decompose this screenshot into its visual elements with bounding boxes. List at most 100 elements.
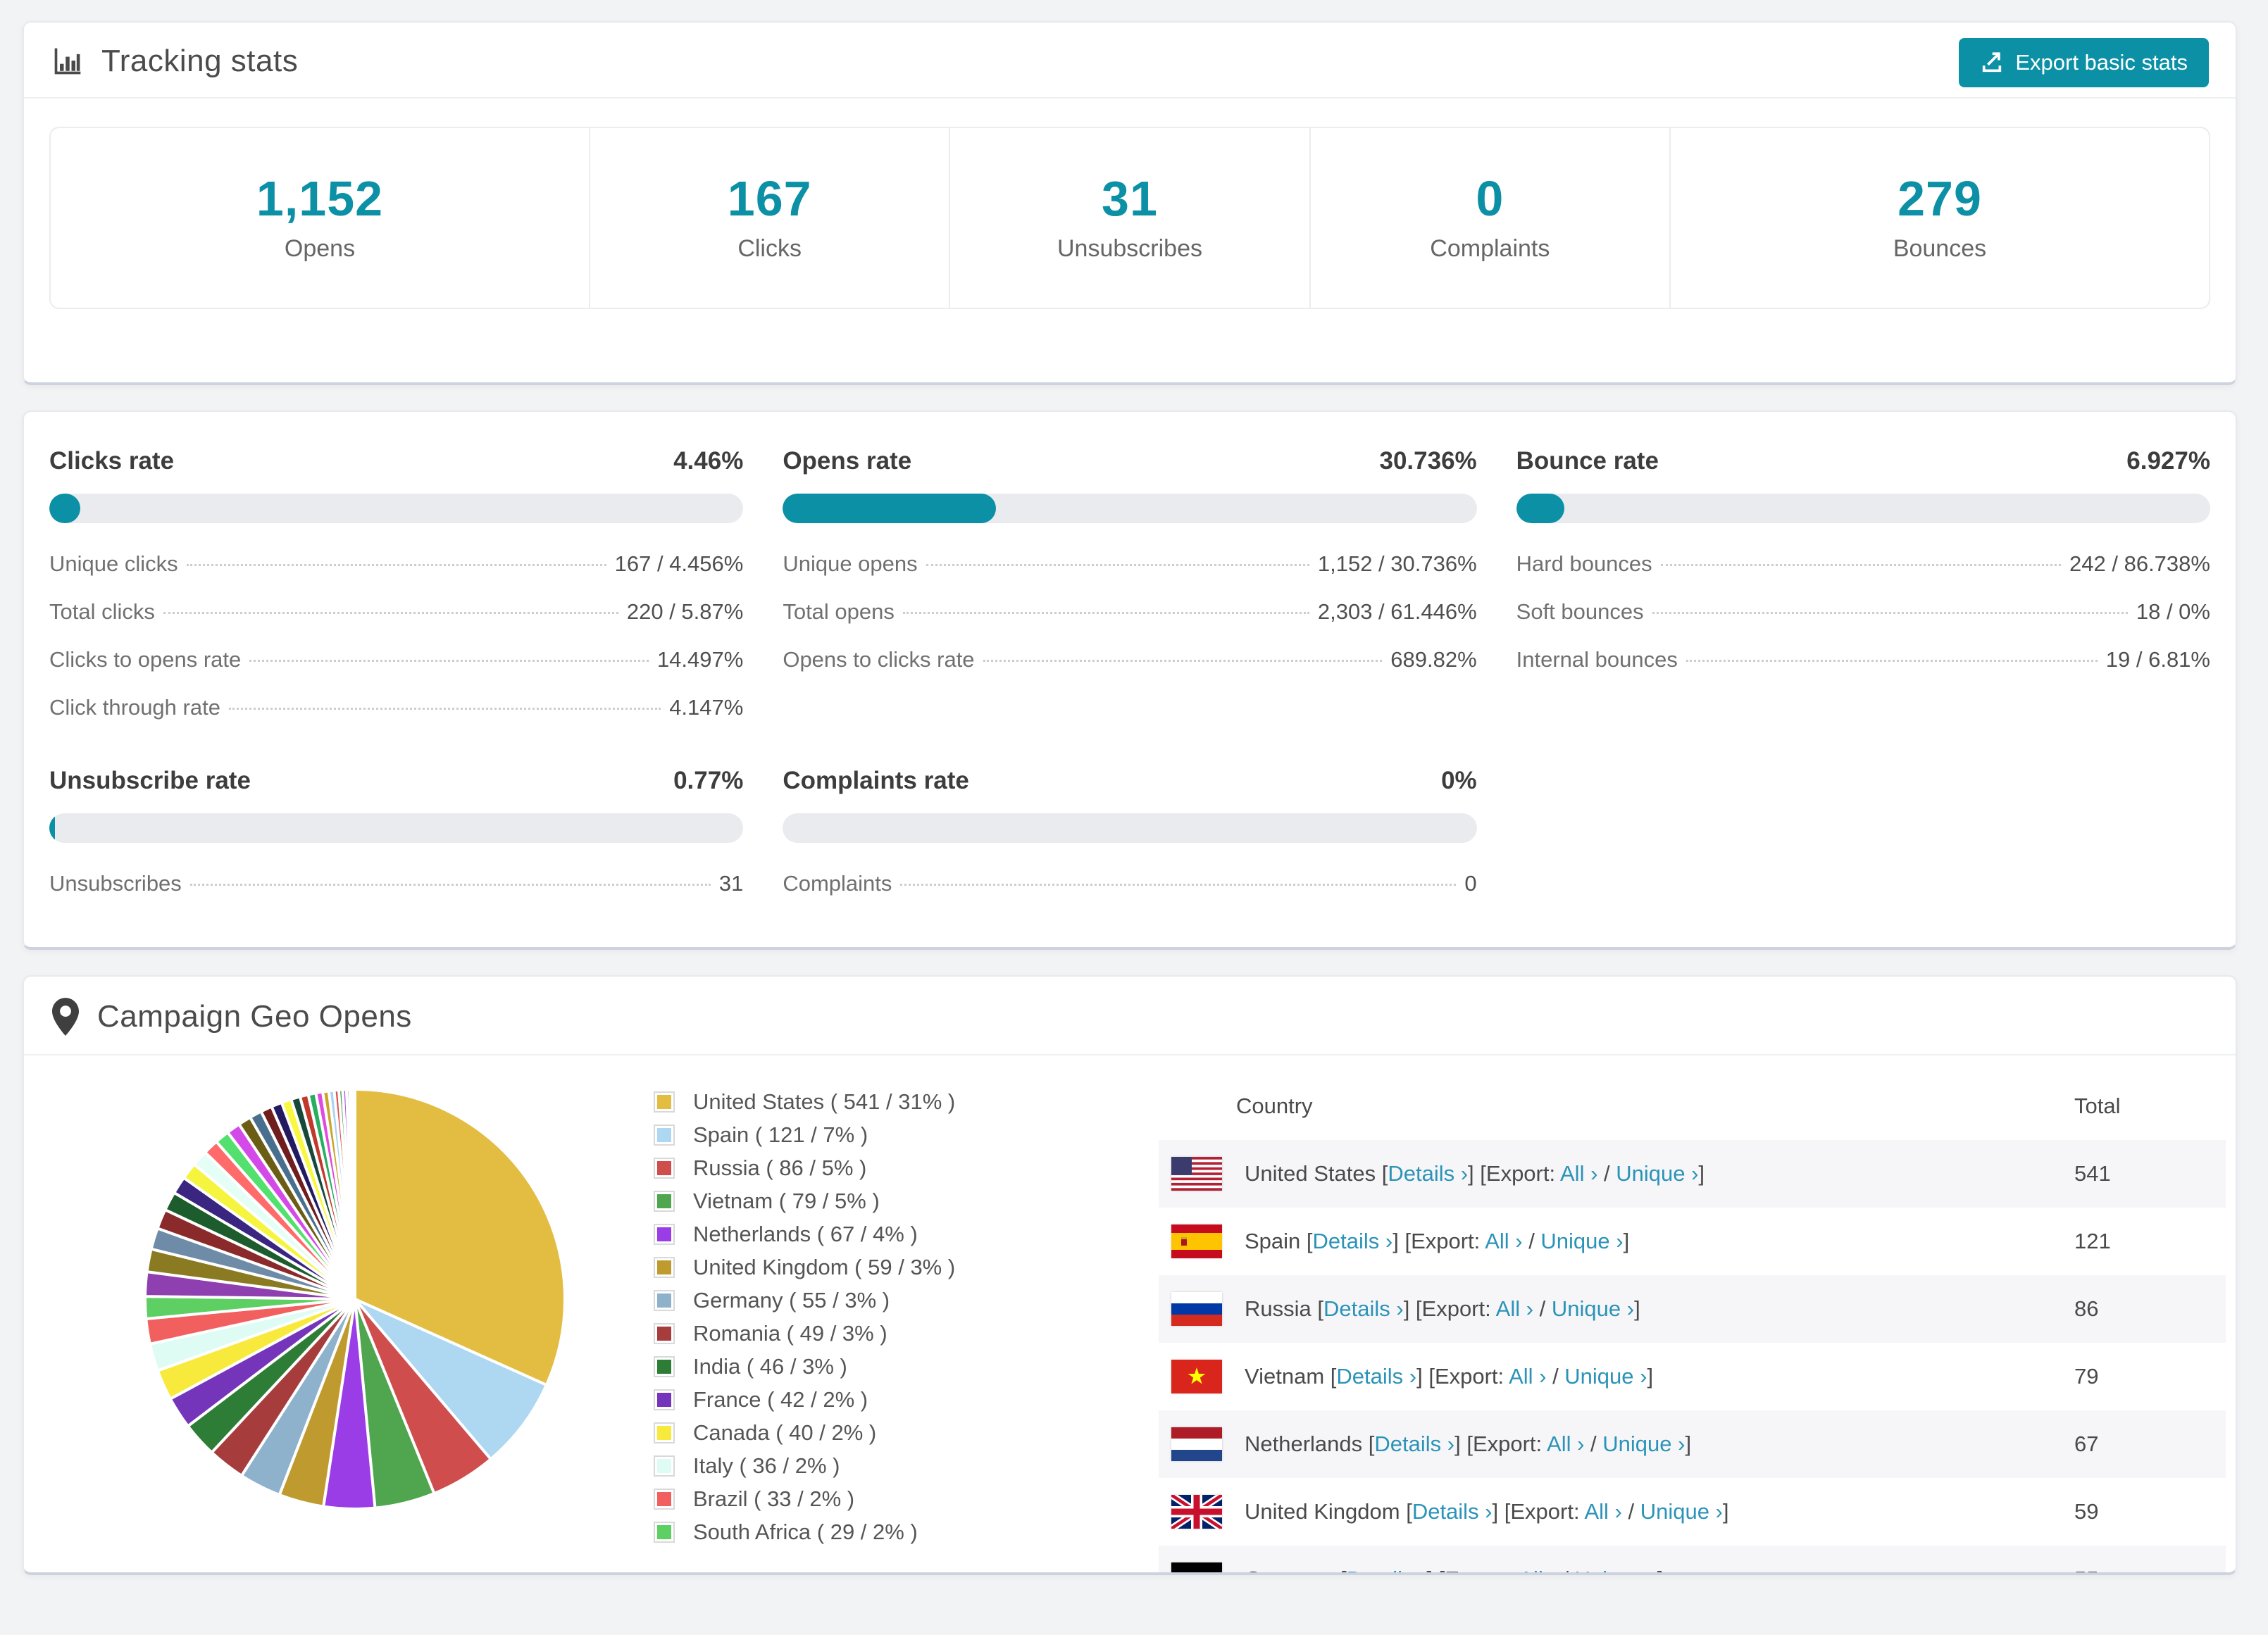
legend-label: India ( 46 / 3% ) bbox=[693, 1354, 847, 1379]
stat-value-bounces: 279 bbox=[1898, 171, 1982, 226]
dotted-leader bbox=[1660, 564, 2062, 566]
metric-label: Hard bounces bbox=[1516, 551, 1652, 576]
country-total: 67 bbox=[2074, 1432, 2099, 1456]
export-all-link[interactable]: All › bbox=[1496, 1296, 1533, 1321]
export-unique-link[interactable]: Unique › bbox=[1552, 1296, 1634, 1321]
metric-label: Total clicks bbox=[49, 599, 155, 624]
dotted-leader bbox=[249, 660, 649, 662]
link-separator: [ bbox=[1400, 1499, 1412, 1524]
details-link[interactable]: Details › bbox=[1347, 1567, 1427, 1572]
legend-label: Canada ( 40 / 2% ) bbox=[693, 1420, 877, 1445]
geo-table-header-row: Country Total bbox=[1159, 1075, 2226, 1140]
metric-row: Click through rate 4.147% bbox=[49, 695, 743, 720]
metric-value: 4.147% bbox=[669, 695, 744, 720]
rate-value: 30.736% bbox=[1379, 447, 1477, 475]
link-separator: ] bbox=[1647, 1364, 1654, 1389]
geo-table-row-united-kingdom: United Kingdom [Details ›] [Export: All … bbox=[1159, 1478, 2226, 1546]
legend-item-romania: Romania ( 49 / 3% ) bbox=[654, 1321, 955, 1346]
export-unique-link[interactable]: Unique › bbox=[1616, 1161, 1698, 1186]
country-total: 121 bbox=[2074, 1229, 2111, 1253]
link-separator: [ bbox=[1311, 1296, 1323, 1321]
flag-vn-icon bbox=[1171, 1360, 1222, 1393]
map-pin-icon bbox=[52, 998, 79, 1036]
country-name: Russia bbox=[1245, 1296, 1311, 1321]
metric-label: Total opens bbox=[783, 599, 895, 624]
link-separator: / bbox=[1533, 1296, 1552, 1321]
details-link[interactable]: Details › bbox=[1323, 1296, 1404, 1321]
legend-label: Netherlands ( 67 / 4% ) bbox=[693, 1222, 918, 1246]
metric-row: Unique clicks 167 / 4.456% bbox=[49, 551, 743, 577]
stat-value-unsubscribes: 31 bbox=[1102, 171, 1158, 226]
metric-row: Total clicks 220 / 5.87% bbox=[49, 599, 743, 625]
export-all-link[interactable]: All › bbox=[1547, 1432, 1584, 1456]
link-separator: ] [ bbox=[1403, 1296, 1422, 1321]
legend-label: United Kingdom ( 59 / 3% ) bbox=[693, 1255, 956, 1279]
stat-value-clicks: 167 bbox=[727, 171, 812, 226]
link-separator: [ bbox=[1362, 1432, 1375, 1456]
metric-value: 19 / 6.81% bbox=[2105, 647, 2210, 672]
page-title: Tracking stats bbox=[101, 44, 299, 78]
export-all-link[interactable]: All › bbox=[1519, 1567, 1556, 1572]
rate-block-bounce-rate: Bounce rate 6.927% Hard bounces 242 / 86.73… bbox=[1516, 447, 2210, 720]
export-unique-link[interactable]: Unique › bbox=[1575, 1567, 1657, 1572]
link-separator: Export: bbox=[1510, 1499, 1585, 1524]
metric-value: 31 bbox=[718, 871, 744, 896]
metric-value: 14.497% bbox=[656, 647, 744, 672]
legend-label: Vietnam ( 79 / 5% ) bbox=[693, 1189, 880, 1213]
progress-fill bbox=[1516, 494, 1564, 523]
export-unique-link[interactable]: Unique › bbox=[1540, 1229, 1623, 1253]
flag-de-icon bbox=[1171, 1562, 1222, 1572]
rate-value: 6.927% bbox=[2126, 447, 2210, 475]
metric-value: 2,303 / 61.446% bbox=[1317, 599, 1477, 624]
link-separator: / bbox=[1522, 1229, 1541, 1253]
progress-track bbox=[1516, 494, 2210, 523]
link-separator: / bbox=[1597, 1161, 1616, 1186]
details-link[interactable]: Details › bbox=[1313, 1229, 1393, 1253]
progress-track bbox=[783, 494, 1477, 523]
link-separator: ] [ bbox=[1392, 1229, 1412, 1253]
export-unique-link[interactable]: Unique › bbox=[1564, 1364, 1647, 1389]
metric-value: 1,152 / 30.736% bbox=[1317, 551, 1477, 576]
details-link[interactable]: Details › bbox=[1412, 1499, 1493, 1524]
metric-row: Opens to clicks rate 689.82% bbox=[783, 647, 1476, 672]
metric-value: 242 / 86.738% bbox=[2069, 551, 2210, 576]
link-separator: ] [ bbox=[1454, 1432, 1473, 1456]
link-separator: [ bbox=[1300, 1229, 1313, 1253]
legend-swatch-icon bbox=[654, 1125, 675, 1146]
metric-label: Soft bounces bbox=[1516, 599, 1644, 624]
export-unique-link[interactable]: Unique › bbox=[1602, 1432, 1685, 1456]
geo-body: United States ( 541 / 31% ) Spain ( 121 /… bbox=[24, 1055, 2236, 1572]
metric-label: Click through rate bbox=[49, 695, 220, 720]
export-all-link[interactable]: All › bbox=[1485, 1229, 1522, 1253]
geo-header: Campaign Geo Opens bbox=[24, 977, 2236, 1055]
export-all-link[interactable]: All › bbox=[1584, 1499, 1621, 1524]
geo-pie-chart bbox=[144, 1087, 566, 1510]
details-link[interactable]: Details › bbox=[1336, 1364, 1416, 1389]
export-all-link[interactable]: All › bbox=[1560, 1161, 1597, 1186]
dotted-leader bbox=[900, 884, 1457, 886]
details-link[interactable]: Details › bbox=[1374, 1432, 1454, 1456]
metric-value: 167 / 4.456% bbox=[614, 551, 744, 576]
link-separator: / bbox=[1621, 1499, 1640, 1524]
country-total: 79 bbox=[2074, 1364, 2099, 1389]
country-total: 541 bbox=[2074, 1161, 2111, 1186]
rate-title: Bounce rate bbox=[1516, 447, 1659, 475]
legend-label: Russia ( 86 / 5% ) bbox=[693, 1155, 867, 1180]
link-separator: Export: bbox=[1485, 1161, 1560, 1186]
legend-item-france: France ( 42 / 2% ) bbox=[654, 1387, 955, 1412]
legend-item-germany: Germany ( 55 / 3% ) bbox=[654, 1288, 955, 1313]
export-unique-link[interactable]: Unique › bbox=[1640, 1499, 1723, 1524]
legend-item-brazil: Brazil ( 33 / 2% ) bbox=[654, 1486, 955, 1512]
dotted-leader bbox=[1686, 660, 2098, 662]
pie-slice-other-30[interactable] bbox=[352, 1087, 356, 1301]
metric-label: Unsubscribes bbox=[49, 871, 182, 896]
geo-table-row-germany: Germany [Details ›] [Export: All › / Uni… bbox=[1159, 1546, 2226, 1572]
legend-swatch-icon bbox=[654, 1522, 675, 1543]
export-all-link[interactable]: All › bbox=[1509, 1364, 1546, 1389]
link-separator: Export: bbox=[1421, 1296, 1496, 1321]
export-basic-stats-button[interactable]: Export basic stats bbox=[1959, 38, 2209, 87]
link-separator: / bbox=[1557, 1567, 1575, 1572]
stat-cell-unsubscribes: 31 Unsubscribes bbox=[950, 128, 1311, 308]
details-link[interactable]: Details › bbox=[1388, 1161, 1468, 1186]
stat-label-opens: Opens bbox=[284, 235, 356, 262]
